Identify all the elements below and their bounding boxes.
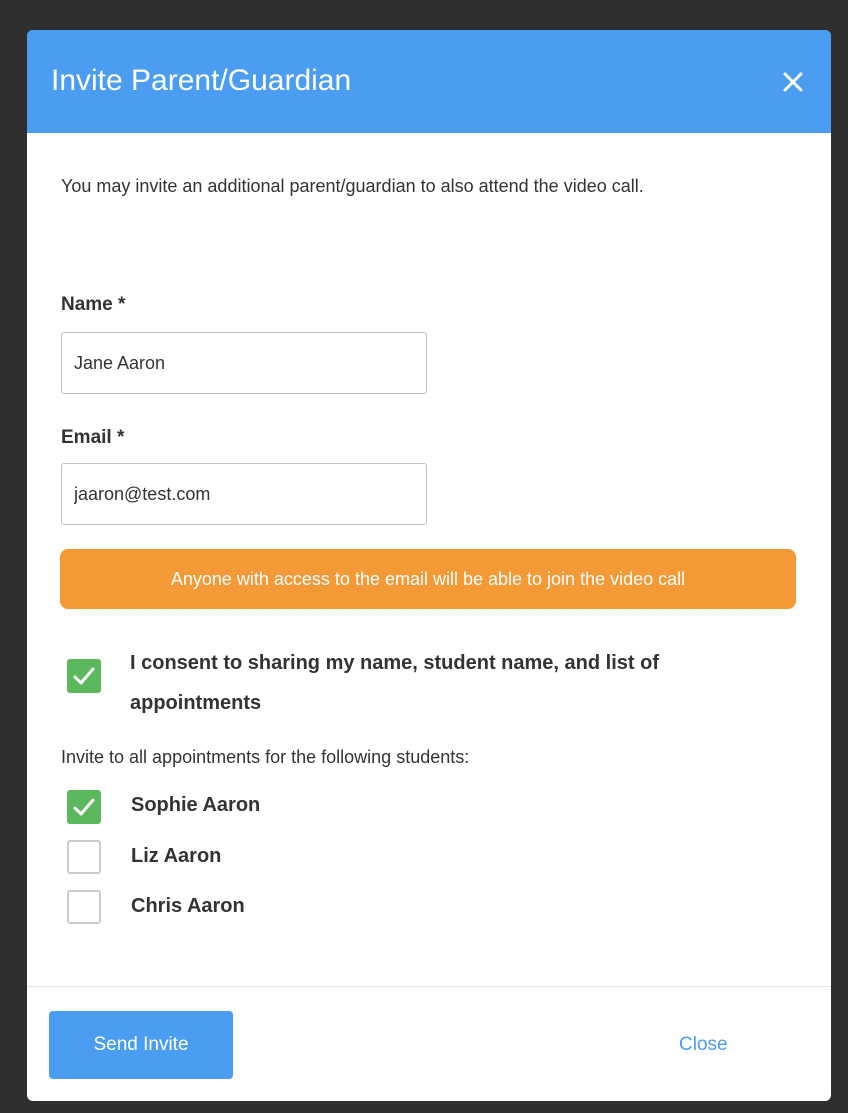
email-field[interactable]	[61, 463, 427, 525]
consent-checkbox[interactable]	[67, 659, 101, 693]
footer-divider	[27, 986, 831, 987]
intro-text: You may invite an additional parent/guar…	[61, 176, 644, 196]
invite-dialog: Invite Parent/Guardian You may invite an…	[27, 30, 831, 1101]
checkmark-icon	[73, 667, 95, 685]
students-heading: Invite to all appointments for the follo…	[61, 747, 470, 767]
email-label: Email *	[61, 427, 125, 448]
name-label: Name *	[61, 294, 126, 315]
close-icon[interactable]	[779, 68, 807, 96]
consent-label: I consent to sharing my name, student na…	[130, 652, 659, 714]
email-access-warning: Anyone with access to the email will be …	[60, 549, 796, 609]
student-label-liz: Liz Aaron	[131, 845, 222, 867]
name-field[interactable]	[61, 332, 427, 394]
student-checkbox-liz[interactable]	[67, 840, 101, 874]
student-checkbox-chris[interactable]	[67, 890, 101, 924]
student-checkbox-sophie[interactable]	[67, 790, 101, 824]
student-label-sophie: Sophie Aaron	[131, 794, 261, 816]
student-label-chris: Chris Aaron	[131, 895, 245, 917]
send-invite-button[interactable]: Send Invite	[49, 1011, 233, 1079]
dialog-title: Invite Parent/Guardian	[51, 64, 352, 97]
dialog-header: Invite Parent/Guardian	[27, 30, 831, 133]
close-button[interactable]: Close	[679, 1032, 728, 1058]
checkmark-icon	[73, 798, 95, 816]
